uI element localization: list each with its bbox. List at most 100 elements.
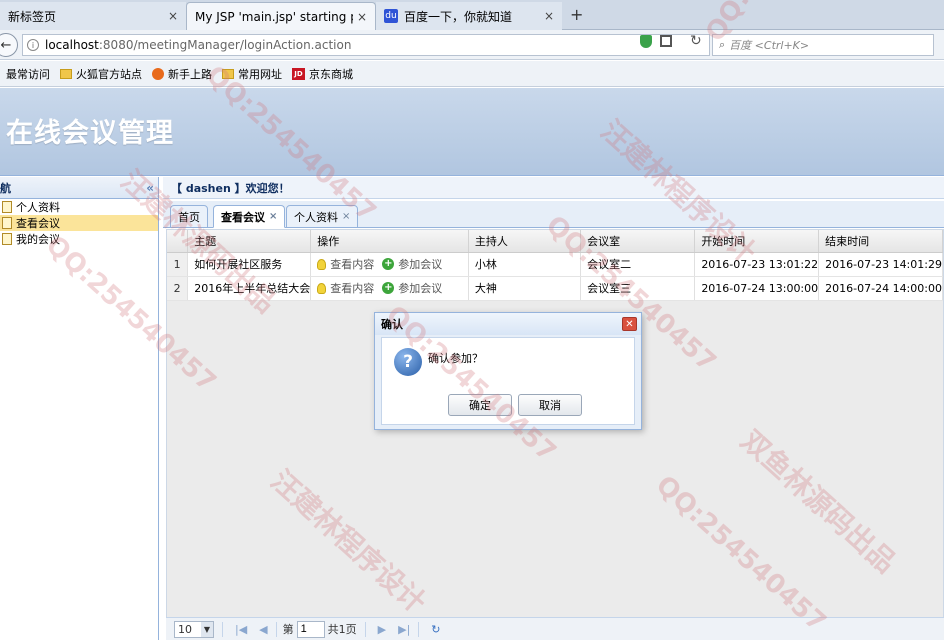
app-tab-strip: 首页 查看会议 × 个人资料 × xyxy=(163,201,944,228)
cell-end-time: 2016-07-24 14:00:00 xyxy=(818,276,943,301)
tab-label: 首页 xyxy=(178,210,200,224)
tab-home[interactable]: 首页 xyxy=(170,205,208,228)
close-icon[interactable]: × xyxy=(544,9,554,23)
close-icon[interactable]: × xyxy=(342,211,350,222)
collapse-icon[interactable]: « xyxy=(146,181,154,195)
cell-start-time: 2016-07-23 13:01:22 xyxy=(694,252,820,277)
search-placeholder: 百度 <Ctrl+K> xyxy=(729,39,810,52)
jd-icon: JD xyxy=(292,67,305,80)
url-path: :8080/meetingManager/loginAction.action xyxy=(98,38,352,52)
browser-tab-label: 百度一下，你就知道 xyxy=(404,9,513,24)
lightbulb-icon xyxy=(317,258,327,270)
join-meeting-link[interactable]: 参加会议 xyxy=(398,280,442,296)
ok-button[interactable]: 确定 xyxy=(448,394,512,416)
refresh-icon[interactable]: ↻ xyxy=(690,33,702,49)
sidebar-header: 航 « xyxy=(0,177,158,199)
join-meeting-link[interactable]: 参加会议 xyxy=(398,256,442,272)
cell-subject: 2016年上半年总结大会 xyxy=(187,276,312,301)
tab-label: 查看会议 xyxy=(221,210,265,224)
sidebar-title: 航 xyxy=(0,181,11,195)
browser-tab-label: My JSP 'main.jsp' starting p... xyxy=(195,9,353,24)
cell-room: 会议室三 xyxy=(580,276,696,301)
close-icon[interactable]: × xyxy=(269,211,277,222)
first-page-icon[interactable]: |◀ xyxy=(235,623,247,636)
dialog-message: 确认参加？ xyxy=(428,352,483,365)
close-icon[interactable]: × xyxy=(357,10,367,24)
meeting-grid: 主题 操作 主持人 会议室 开始时间 结束时间 1 如何开展社区服务 查看内容 xyxy=(166,229,944,640)
row-number: 2 xyxy=(167,276,189,301)
sidebar-item-profile[interactable]: 个人资料 xyxy=(0,199,158,215)
cell-start-time: 2016-07-24 13:00:00 xyxy=(694,276,820,301)
new-tab-button[interactable]: + xyxy=(570,5,583,24)
view-content-link[interactable]: 查看内容 xyxy=(330,256,374,272)
column-header-subject[interactable]: 主题 xyxy=(187,230,312,253)
pager-divider xyxy=(222,621,223,637)
sidebar-item-label: 个人资料 xyxy=(16,201,60,214)
sidebar-item-view-meetings[interactable]: 查看会议 xyxy=(0,215,158,231)
browser-tab-new[interactable]: 新标签页 × xyxy=(0,2,186,30)
info-icon[interactable]: i xyxy=(27,39,39,51)
page-size-select[interactable]: 10 ▼ xyxy=(174,620,214,638)
bookmark-label: 火狐官方站点 xyxy=(76,67,142,81)
bookmark-getting-started[interactable]: 新手上路 xyxy=(152,66,212,82)
pager-divider xyxy=(275,621,277,637)
search-icon: ⌕ xyxy=(719,38,726,51)
sidebar-item-label: 我的会议 xyxy=(16,233,60,246)
close-icon[interactable]: × xyxy=(168,9,178,23)
chevron-down-icon: ▼ xyxy=(201,621,213,637)
page-total: 共1页 xyxy=(327,623,357,636)
table-row[interactable]: 2 2016年上半年总结大会 查看内容 + 参加会议 大神 会议室三 2016-… xyxy=(167,276,943,301)
dialog-header: 确认 ✕ xyxy=(375,313,641,335)
column-header-rownum xyxy=(167,230,189,253)
dialog-body: ? 确认参加？ 确定 取消 xyxy=(381,337,635,425)
shield-icon[interactable] xyxy=(640,35,652,48)
question-icon: ? xyxy=(394,348,422,376)
welcome-text: 【 dashen 】欢迎您！ xyxy=(163,177,944,199)
close-icon[interactable]: ✕ xyxy=(622,317,637,331)
confirm-dialog: 确认 ✕ ? 确认参加？ 确定 取消 xyxy=(374,312,642,430)
refresh-icon[interactable]: ↻ xyxy=(431,623,440,636)
view-content-link[interactable]: 查看内容 xyxy=(330,280,374,296)
column-header-room[interactable]: 会议室 xyxy=(580,230,696,253)
bookmark-common-sites[interactable]: 常用网址 xyxy=(222,66,282,82)
add-icon: + xyxy=(382,258,395,270)
page-size-value: 10 xyxy=(178,622,192,636)
cell-subject: 如何开展社区服务 xyxy=(187,252,312,277)
cancel-button[interactable]: 取消 xyxy=(518,394,582,416)
tab-profile[interactable]: 个人资料 × xyxy=(286,205,359,228)
bookmark-firefox-site[interactable]: 火狐官方站点 xyxy=(60,66,142,82)
column-header-action[interactable]: 操作 xyxy=(310,230,469,253)
last-page-icon[interactable]: ▶| xyxy=(398,623,410,636)
sidebar-item-label: 查看会议 xyxy=(16,217,60,230)
column-header-host[interactable]: 主持人 xyxy=(468,230,582,253)
bookmark-jd[interactable]: JD 京东商城 xyxy=(292,66,353,82)
tab-view-meetings[interactable]: 查看会议 × xyxy=(213,205,286,228)
column-header-start[interactable]: 开始时间 xyxy=(694,230,820,253)
browser-tab-main-jsp[interactable]: My JSP 'main.jsp' starting p... × xyxy=(186,2,376,30)
qr-code-icon[interactable] xyxy=(660,35,672,47)
table-row[interactable]: 1 如何开展社区服务 查看内容 + 参加会议 小林 会议室二 2016-07-2… xyxy=(167,252,943,277)
pager-divider xyxy=(364,621,366,637)
folder-icon xyxy=(222,68,234,79)
pager-divider xyxy=(418,621,420,637)
bookmark-most-visited[interactable]: 最常访问 xyxy=(6,66,50,82)
cell-host: 小林 xyxy=(468,252,582,277)
add-icon: + xyxy=(382,282,395,294)
address-bar[interactable]: i localhost :8080/meetingManager/loginAc… xyxy=(22,34,710,56)
prev-page-icon[interactable]: ◀ xyxy=(259,623,267,636)
browser-tab-baidu[interactable]: du 百度一下，你就知道 × xyxy=(376,2,562,30)
cell-room: 会议室二 xyxy=(580,252,696,277)
document-icon xyxy=(2,233,12,245)
page-number-input[interactable] xyxy=(296,620,325,638)
column-header-end[interactable]: 结束时间 xyxy=(818,230,943,253)
pagination-bar: 10 ▼ |◀ ◀ 第 共1页 ▶ ▶| ↻ xyxy=(166,617,944,640)
sidebar: 航 « 个人资料 查看会议 我的会议 xyxy=(0,177,159,640)
cell-host: 大神 xyxy=(468,276,582,301)
search-input[interactable]: ⌕ 百度 <Ctrl+K> xyxy=(712,34,934,56)
back-button[interactable]: ← xyxy=(0,33,18,57)
row-number: 1 xyxy=(167,252,189,277)
bookmark-label: 最常访问 xyxy=(6,67,50,81)
sidebar-item-my-meetings[interactable]: 我的会议 xyxy=(0,231,158,247)
next-page-icon[interactable]: ▶ xyxy=(378,623,386,636)
app-title: 在线会议管理 xyxy=(6,118,174,149)
